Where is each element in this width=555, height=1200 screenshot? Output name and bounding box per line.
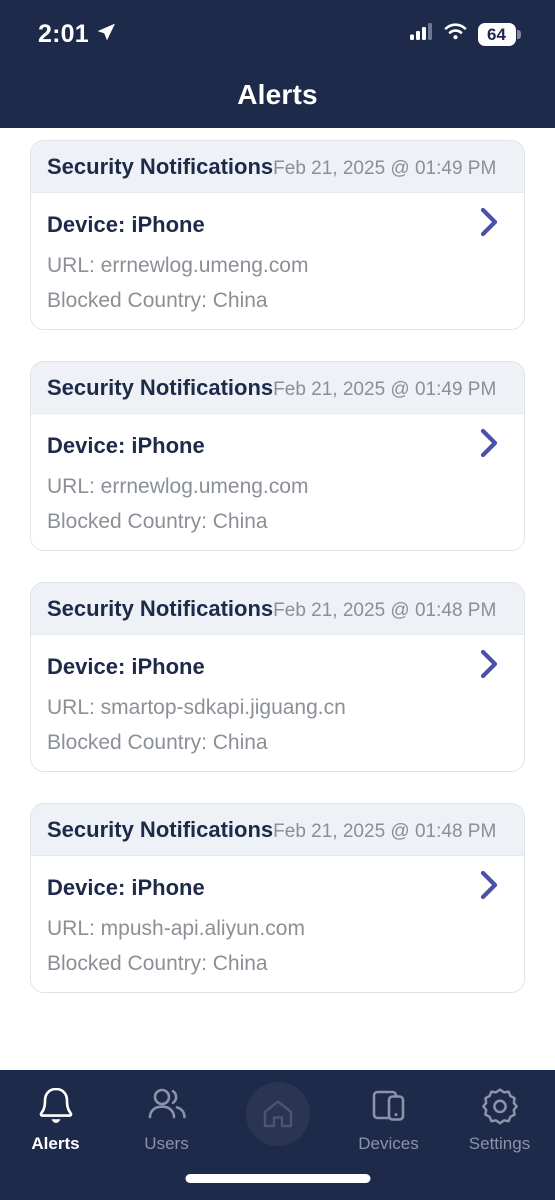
chevron-right-icon[interactable] (478, 427, 500, 464)
alert-card[interactable]: Security Notifications Feb 21, 2025 @ 01… (30, 361, 525, 551)
alert-card-header: Security Notifications Feb 21, 2025 @ 01… (31, 583, 524, 635)
alert-device-row: Device: iPhone (47, 427, 508, 464)
alert-title: Security Notifications (47, 817, 274, 842)
alert-card[interactable]: Security Notifications Feb 21, 2025 @ 01… (30, 582, 525, 772)
alert-card[interactable]: Security Notifications Feb 21, 2025 @ 01… (30, 803, 525, 993)
alert-device: Device: iPhone (47, 653, 205, 679)
alert-title: Security Notifications (47, 596, 274, 621)
tab-users[interactable]: Users (111, 1084, 222, 1154)
alert-device-row: Device: iPhone (47, 648, 508, 685)
alert-device: Device: iPhone (47, 211, 205, 237)
home-indicator[interactable] (185, 1174, 370, 1183)
wifi-icon (444, 23, 467, 45)
alert-title: Security Notifications (47, 375, 274, 400)
alert-blocked-country: Blocked Country: China (47, 510, 268, 533)
alert-timestamp: Feb 21, 2025 @ 01:48 PM (273, 600, 497, 621)
alerts-list[interactable]: Security Notifications Feb 21, 2025 @ 01… (0, 128, 555, 1070)
alert-card-header: Security Notifications Feb 21, 2025 @ 01… (31, 362, 524, 414)
alert-timestamp: Feb 21, 2025 @ 01:48 PM (273, 821, 497, 842)
chevron-right-icon[interactable] (478, 206, 500, 243)
tab-settings[interactable]: Settings (444, 1084, 555, 1154)
home-icon (245, 1082, 310, 1146)
battery-level-label: 64 (487, 24, 506, 44)
chevron-right-icon[interactable] (478, 648, 500, 685)
alert-title: Security Notifications (47, 154, 274, 179)
tab-alerts-label: Alerts (31, 1134, 80, 1153)
alert-card-body: Device: iPhone URL: errnewlog.umeng.com … (31, 193, 524, 329)
gear-icon (480, 1084, 520, 1128)
status-bar: 2:01 64 (0, 0, 555, 62)
bell-icon (36, 1084, 76, 1128)
alert-device-row: Device: iPhone (47, 206, 508, 243)
alert-timestamp: Feb 21, 2025 @ 01:49 PM (273, 158, 497, 179)
alert-url: URL: errnewlog.umeng.com (47, 475, 309, 498)
tab-settings-label: Settings (468, 1134, 531, 1153)
alert-blocked-country: Blocked Country: China (47, 731, 268, 754)
users-icon (146, 1084, 188, 1128)
tab-users-label: Users (144, 1134, 189, 1153)
alert-device: Device: iPhone (47, 874, 205, 900)
status-bar-right: 64 (409, 22, 521, 46)
alert-card-header: Security Notifications Feb 21, 2025 @ 01… (31, 804, 524, 856)
alert-card-body: Device: iPhone URL: errnewlog.umeng.com … (31, 414, 524, 550)
app-screen: 2:01 64 Alerts Security Notifications Fe… (0, 0, 555, 1200)
alert-device-row: Device: iPhone (47, 869, 508, 906)
chevron-right-icon[interactable] (478, 869, 500, 906)
alert-timestamp: Feb 21, 2025 @ 01:49 PM (273, 379, 497, 400)
tab-devices[interactable]: Devices (333, 1084, 444, 1154)
alert-device: Device: iPhone (47, 432, 205, 458)
location-arrow-icon (96, 22, 116, 47)
status-bar-clock: 2:01 (38, 19, 89, 48)
page-title: Alerts (237, 79, 318, 110)
page-header: Alerts (0, 62, 555, 128)
alert-url: URL: mpush-api.aliyun.com (47, 917, 305, 940)
alert-url: URL: errnewlog.umeng.com (47, 254, 309, 277)
tab-devices-label: Devices (358, 1134, 419, 1153)
alert-card-header: Security Notifications Feb 21, 2025 @ 01… (31, 141, 524, 193)
alert-blocked-country: Blocked Country: China (47, 289, 268, 312)
battery-indicator: 64 (477, 22, 521, 46)
bottom-tab-bar: Alerts Users Devices Settings (0, 1070, 555, 1200)
alert-card-body: Device: iPhone URL: mpush-api.aliyun.com… (31, 856, 524, 992)
alert-blocked-country: Blocked Country: China (47, 952, 268, 975)
tab-home[interactable] (222, 1082, 333, 1175)
devices-icon (369, 1084, 409, 1128)
alert-url: URL: smartop-sdkapi.jiguang.cn (47, 696, 346, 719)
tab-alerts[interactable]: Alerts (0, 1084, 111, 1154)
status-bar-left: 2:01 (38, 20, 116, 49)
alert-card[interactable]: Security Notifications Feb 21, 2025 @ 01… (30, 140, 525, 330)
alert-card-body: Device: iPhone URL: smartop-sdkapi.jigua… (31, 635, 524, 771)
cellular-signal-icon (409, 23, 433, 45)
